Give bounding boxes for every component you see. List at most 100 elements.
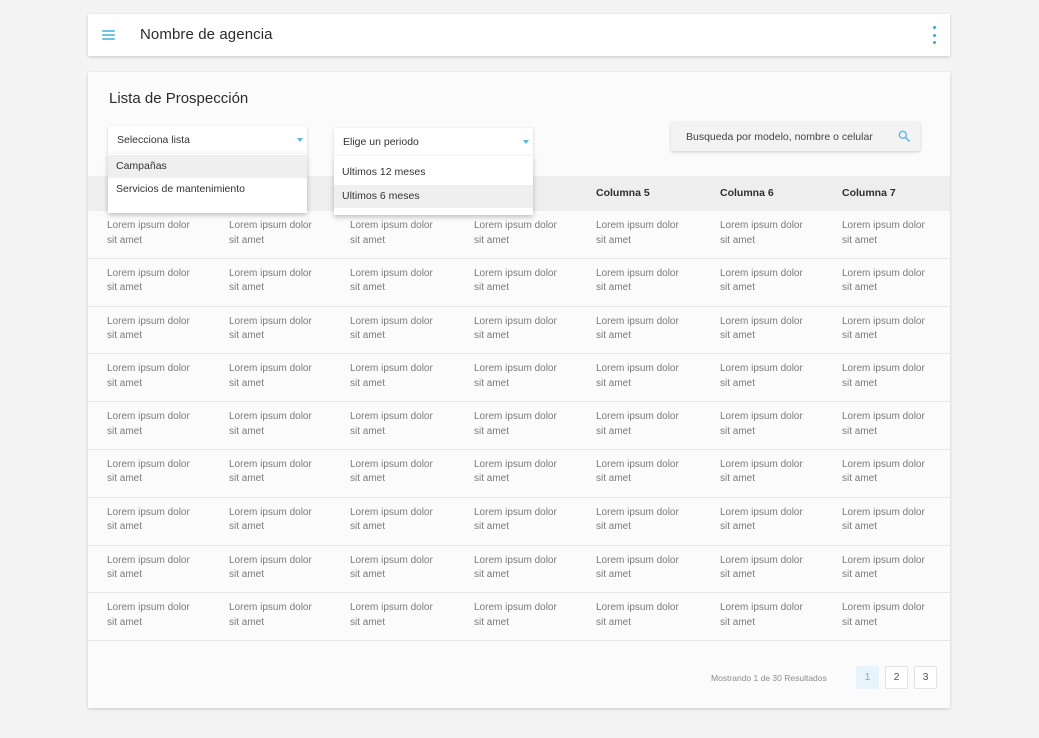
table-row[interactable]: Lorem ipsum dolor sit amet Lorem ipsum dol… [88, 307, 950, 355]
cell-text-line-1: Lorem ipsum dolor [842, 458, 925, 470]
table-row[interactable]: Lorem ipsum dolor sit amet Lorem ipsum dol… [88, 402, 950, 450]
cell-text-line-1: Lorem ipsum dolor [350, 363, 433, 375]
cell-text-line-2: sit amet [720, 234, 756, 246]
table-cell: Lorem ipsum dolor sit amet [229, 362, 329, 391]
cell-text-line-1: Lorem ipsum dolor [474, 554, 557, 566]
cell-text-line-1: Lorem ipsum dolor [107, 411, 190, 423]
period-option-12-meses[interactable]: Ultimos 12 meses [334, 161, 533, 184]
cell-text-line-1: Lorem ipsum dolor [474, 315, 557, 327]
cell-text-line-1: Lorem ipsum dolor [474, 363, 557, 375]
cell-text-line-2: sit amet [474, 521, 510, 533]
cell-text-line-1: Lorem ipsum dolor [229, 267, 312, 279]
table-cell: Lorem ipsum dolor sit amet [596, 458, 696, 487]
cell-text-line-2: sit amet [107, 330, 143, 342]
cell-text-line-1: Lorem ipsum dolor [474, 506, 557, 518]
cell-text-line-2: sit amet [107, 473, 143, 485]
list-option-campanas[interactable]: Campañas [108, 155, 307, 178]
table-cell: Lorem ipsum dolor sit amet [842, 410, 942, 439]
cell-text-line-2: sit amet [720, 473, 756, 485]
cell-text-line-1: Lorem ipsum dolor [596, 363, 679, 375]
cell-text-line-2: sit amet [596, 569, 632, 581]
table-cell: Lorem ipsum dolor sit amet [229, 410, 329, 439]
cell-text-line-1: Lorem ipsum dolor [350, 267, 433, 279]
cell-text-line-2: sit amet [842, 569, 878, 581]
cell-text-line-1: Lorem ipsum dolor [720, 458, 803, 470]
table-cell: Lorem ipsum dolor sit amet [107, 362, 207, 391]
table-row[interactable]: Lorem ipsum dolor sit amet Lorem ipsum dol… [88, 498, 950, 546]
cell-text-line-2: sit amet [350, 330, 386, 342]
results-summary: Mostrando 1 de 30 Resultados [711, 673, 827, 683]
cell-text-line-1: Lorem ipsum dolor [229, 363, 312, 375]
cell-text-line-1: Lorem ipsum dolor [229, 411, 312, 423]
cell-text-line-2: sit amet [107, 234, 143, 246]
cell-text-line-1: Lorem ipsum dolor [107, 220, 190, 231]
hamburger-menu-icon[interactable] [102, 30, 115, 40]
table-cell: Lorem ipsum dolor sit amet [107, 315, 207, 344]
table-cell: Lorem ipsum dolor sit amet [596, 410, 696, 439]
table-cell: Lorem ipsum dolor sit amet [474, 315, 574, 344]
table-row[interactable]: Lorem ipsum dolor sit amet Lorem ipsum dol… [88, 354, 950, 403]
cell-text-line-2: sit amet [229, 330, 265, 342]
cell-text-line-1: Lorem ipsum dolor [474, 220, 557, 231]
period-option-6-meses[interactable]: Ultimos 6 meses [334, 185, 533, 208]
table-cell: Lorem ipsum dolor sit amet [596, 362, 696, 391]
table-cell: Lorem ipsum dolor sit amet [842, 458, 942, 487]
cell-text-line-2: sit amet [229, 569, 265, 581]
column-header-5[interactable]: Columna 5 [596, 187, 650, 199]
table-cell: Lorem ipsum dolor sit amet [229, 554, 329, 583]
cell-text-line-1: Lorem ipsum dolor [720, 602, 803, 614]
table-cell: Lorem ipsum dolor sit amet [842, 362, 942, 391]
cell-text-line-1: Lorem ipsum dolor [229, 220, 312, 231]
table-row[interactable]: Lorem ipsum dolor sit amet Lorem ipsum dol… [88, 450, 950, 498]
column-header-7[interactable]: Columna 7 [842, 187, 896, 199]
cell-text-line-2: sit amet [350, 569, 386, 581]
table-cell: Lorem ipsum dolor sit amet [596, 315, 696, 344]
cell-text-line-1: Lorem ipsum dolor [842, 506, 925, 518]
cell-text-line-2: sit amet [107, 425, 143, 437]
cell-text-line-1: Lorem ipsum dolor [720, 315, 803, 327]
list-select[interactable]: Selecciona lista [108, 126, 307, 154]
period-select[interactable]: Elige un periodo [334, 128, 533, 156]
cell-text-line-2: sit amet [350, 377, 386, 389]
cell-text-line-1: Lorem ipsum dolor [474, 458, 557, 470]
cell-text-line-2: sit amet [720, 569, 756, 581]
period-select-label: Elige un periodo [343, 136, 419, 148]
cell-text-line-2: sit amet [842, 377, 878, 389]
table-row[interactable]: Lorem ipsum dolor sit amet Lorem ipsum dol… [88, 211, 950, 259]
cell-text-line-2: sit amet [229, 616, 265, 628]
page-button-1[interactable]: 1 [856, 666, 879, 689]
table-cell: Lorem ipsum dolor sit amet [229, 267, 329, 296]
table-cell: Lorem ipsum dolor sit amet [596, 219, 696, 248]
table-cell: Lorem ipsum dolor sit amet [842, 506, 942, 535]
page-button-2[interactable]: 2 [885, 666, 908, 689]
table-cell: Lorem ipsum dolor sit amet [842, 315, 942, 344]
table-row[interactable]: Lorem ipsum dolor sit amet Lorem ipsum dol… [88, 593, 950, 642]
table-cell: Lorem ipsum dolor sit amet [474, 554, 574, 583]
table-cell: Lorem ipsum dolor sit amet [107, 410, 207, 439]
cell-text-line-2: sit amet [229, 521, 265, 533]
table-cell: Lorem ipsum dolor sit amet [107, 219, 207, 248]
cell-text-line-2: sit amet [720, 616, 756, 628]
page-title: Lista de Prospección [109, 90, 249, 107]
cell-text-line-1: Lorem ipsum dolor [107, 267, 190, 279]
cell-text-line-1: Lorem ipsum dolor [474, 267, 557, 279]
page-button-3[interactable]: 3 [914, 666, 937, 689]
table-cell: Lorem ipsum dolor sit amet [350, 601, 450, 630]
table-row[interactable]: Lorem ipsum dolor sit amet Lorem ipsum dol… [88, 259, 950, 307]
table-row[interactable]: Lorem ipsum dolor sit amet Lorem ipsum dol… [88, 546, 950, 594]
list-option-servicios[interactable]: Servicios de mantenimiento [108, 178, 307, 201]
column-header-6[interactable]: Columna 6 [720, 187, 774, 199]
cell-text-line-2: sit amet [474, 234, 510, 246]
cell-text-line-1: Lorem ipsum dolor [596, 315, 679, 327]
more-options-icon[interactable] [931, 26, 937, 44]
cell-text-line-2: sit amet [842, 473, 878, 485]
search-icon[interactable] [897, 129, 911, 143]
table-cell: Lorem ipsum dolor sit amet [350, 315, 450, 344]
cell-text-line-1: Lorem ipsum dolor [720, 506, 803, 518]
cell-text-line-2: sit amet [107, 569, 143, 581]
table-cell: Lorem ipsum dolor sit amet [842, 601, 942, 630]
search-input[interactable] [671, 122, 891, 151]
cell-text-line-2: sit amet [107, 616, 143, 628]
cell-text-line-2: sit amet [474, 616, 510, 628]
cell-text-line-1: Lorem ipsum dolor [350, 506, 433, 518]
